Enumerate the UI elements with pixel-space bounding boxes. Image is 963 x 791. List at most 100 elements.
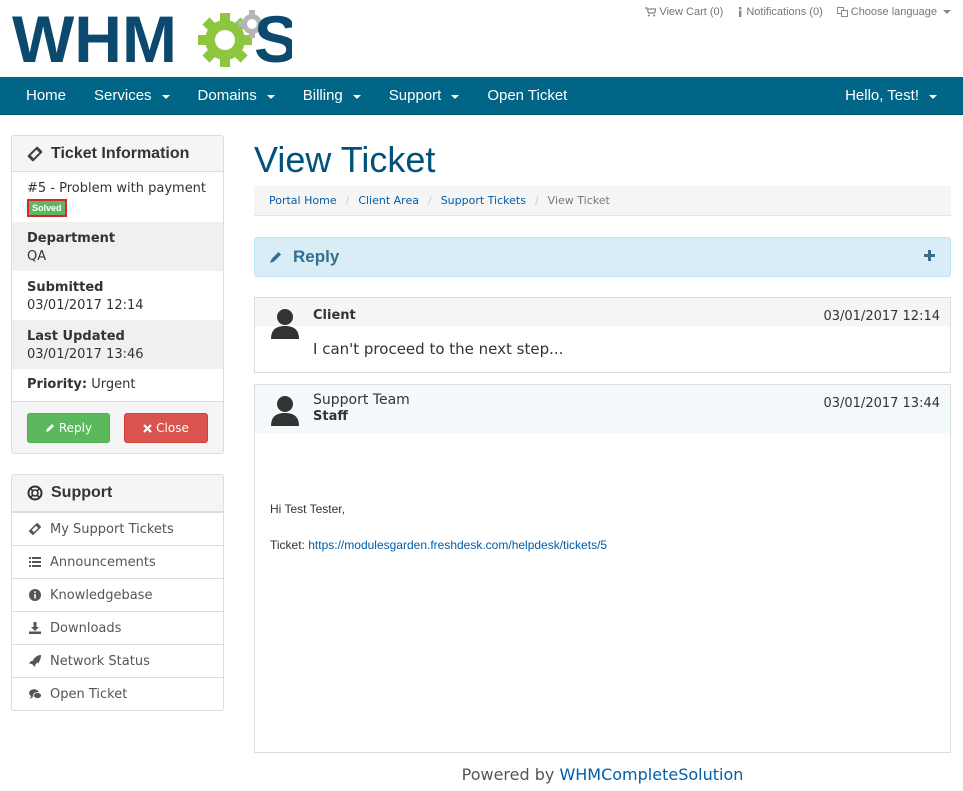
reply-button[interactable]: Reply <box>27 413 110 443</box>
support-link-label: Knowledgebase <box>50 587 153 603</box>
breadcrumb-separator: / <box>534 194 539 207</box>
footer: Powered by WHMCompleteSolution <box>254 765 951 784</box>
support-link-label: Open Ticket <box>50 686 128 702</box>
whmcs-logo[interactable]: WHM S <box>12 4 292 68</box>
support-links: My Support Tickets Announcements Knowledge… <box>12 512 223 710</box>
support-link-my-support-tickets[interactable]: My Support Tickets <box>12 512 223 545</box>
support-link-label: Downloads <box>50 620 122 636</box>
breadcrumb-separator: / <box>427 194 432 207</box>
close-button-label: Close <box>156 421 189 435</box>
ticket-icon <box>29 523 41 535</box>
breadcrumb-item[interactable]: Portal Home <box>269 194 337 207</box>
client-message: Client 03/01/2017 12:14 I can't proceed … <box>254 297 951 373</box>
ticket-subject: #5 - Problem with payment <box>27 181 207 196</box>
message-author-role: Staff <box>313 409 348 424</box>
nav-item-billing[interactable]: Billing <box>289 77 375 115</box>
priority-label: Priority: <box>27 377 88 392</box>
comments-icon <box>29 689 42 699</box>
support-panel-heading: Support <box>12 475 223 512</box>
info-icon <box>739 7 742 17</box>
ticket-link[interactable]: https://modulesgarden.freshdesk.com/help… <box>308 538 607 552</box>
support-panel: Support My Support Tickets Announcements K… <box>11 474 224 711</box>
nav-user-menu: Hello, Test! <box>831 77 951 115</box>
nav-item-services[interactable]: Services <box>80 77 184 115</box>
ticket-info-panel: Ticket Information #5 - Problem with pay… <box>11 135 224 454</box>
last-updated-label: Last Updated <box>27 329 125 344</box>
download-icon <box>29 622 41 634</box>
breadcrumb-item: View Ticket <box>547 194 610 207</box>
notifications-label: Notifications (0) <box>746 6 823 18</box>
support-panel-title: Support <box>51 484 113 501</box>
nav-item-domains[interactable]: Domains <box>184 77 289 115</box>
ticket-link-label: Ticket: <box>270 538 305 552</box>
department-value: QA <box>27 249 47 264</box>
chevron-down-icon <box>943 10 951 14</box>
department-label: Department <box>27 231 116 246</box>
submitted-label: Submitted <box>27 280 104 295</box>
nav-item-label: Billing <box>302 87 343 104</box>
submitted-value: 03/01/2017 12:14 <box>27 298 144 313</box>
reply-button-label: Reply <box>58 421 93 435</box>
message-author: Client <box>313 308 356 323</box>
nav-item-open-ticket[interactable]: Open Ticket <box>473 77 581 115</box>
message-body: I can't proceed to the next step... <box>313 340 564 358</box>
close-ticket-button[interactable]: Close <box>124 413 208 443</box>
ticket-actions: Reply Close <box>12 401 223 453</box>
submitted-block: Submitted 03/01/2017 12:14 <box>12 271 223 320</box>
logo-text-s: S <box>254 4 292 68</box>
reply-panel-title: Reply <box>293 247 340 266</box>
caret-down-icon <box>266 95 275 99</box>
pencil-icon <box>45 424 54 432</box>
plus-icon[interactable] <box>923 249 936 262</box>
caret-down-icon <box>929 95 937 99</box>
nav-item-home[interactable]: Home <box>12 77 80 115</box>
life-ring-icon <box>27 485 43 501</box>
breadcrumb-separator: / <box>345 194 350 207</box>
nav-menu: Home Services Domains Billing Support Open Ti… <box>12 77 581 115</box>
view-cart-label: View Cart (0) <box>659 6 724 18</box>
ticket-icon <box>27 146 43 161</box>
support-link-open-ticket[interactable]: Open Ticket <box>12 677 223 710</box>
support-link-network-status[interactable]: Network Status <box>12 644 223 677</box>
caret-down-icon <box>352 95 361 99</box>
user-avatar-icon <box>271 309 299 339</box>
close-icon <box>143 423 152 433</box>
view-cart-link[interactable]: View Cart (0) <box>645 6 723 18</box>
message-body: Hi Test Tester, Ticket: https://modulesg… <box>255 433 950 554</box>
nav-item-label: Services <box>94 87 152 104</box>
top-links: View Cart (0) Notifications (0) Choose l… <box>645 6 951 18</box>
priority-block: Priority: Urgent <box>12 369 223 401</box>
support-link-announcements[interactable]: Announcements <box>12 545 223 578</box>
support-link-downloads[interactable]: Downloads <box>12 611 223 644</box>
breadcrumb-item[interactable]: Client Area <box>358 194 419 207</box>
nav-item-label: Support <box>388 87 442 104</box>
language-icon <box>836 7 848 17</box>
ticket-subject-block: #5 - Problem with payment Solved <box>12 172 223 222</box>
notifications-link[interactable]: Notifications (0) <box>737 6 823 18</box>
nav-item-support[interactable]: Support <box>375 77 474 115</box>
nav-item-label: Open Ticket <box>487 87 568 104</box>
ticket-info-title: Ticket Information <box>51 144 190 162</box>
message-date: 03/01/2017 13:44 <box>823 396 940 411</box>
logo-text-whm: WHM <box>12 4 177 68</box>
user-greeting: Hello, Test! <box>845 87 919 104</box>
priority-value: Urgent <box>91 377 136 392</box>
footer-link[interactable]: WHMCompleteSolution <box>559 765 743 784</box>
header: WHM S View Cart (0) Notifications (0) Ch… <box>0 0 963 77</box>
reply-panel[interactable]: Reply <box>254 237 951 277</box>
pencil-icon <box>270 252 281 263</box>
message-ticket-line: Ticket: https://modulesgarden.freshdesk.… <box>270 536 935 554</box>
cart-icon <box>645 7 657 17</box>
nav-item-label: Domains <box>197 87 257 104</box>
message-greeting: Hi Test Tester, <box>270 502 345 516</box>
footer-prefix: Powered by <box>461 765 555 784</box>
staff-message-header: Support Team Staff 03/01/2017 13:44 <box>255 385 950 433</box>
user-dropdown[interactable]: Hello, Test! <box>831 77 951 115</box>
support-link-label: Announcements <box>50 554 156 570</box>
choose-language-dropdown[interactable]: Choose language <box>836 6 951 18</box>
support-link-knowledgebase[interactable]: Knowledgebase <box>12 578 223 611</box>
rocket-icon <box>29 655 41 667</box>
breadcrumb-item[interactable]: Support Tickets <box>441 194 526 207</box>
department-block: Department QA <box>12 222 223 271</box>
nav-item-label: Home <box>26 87 67 104</box>
